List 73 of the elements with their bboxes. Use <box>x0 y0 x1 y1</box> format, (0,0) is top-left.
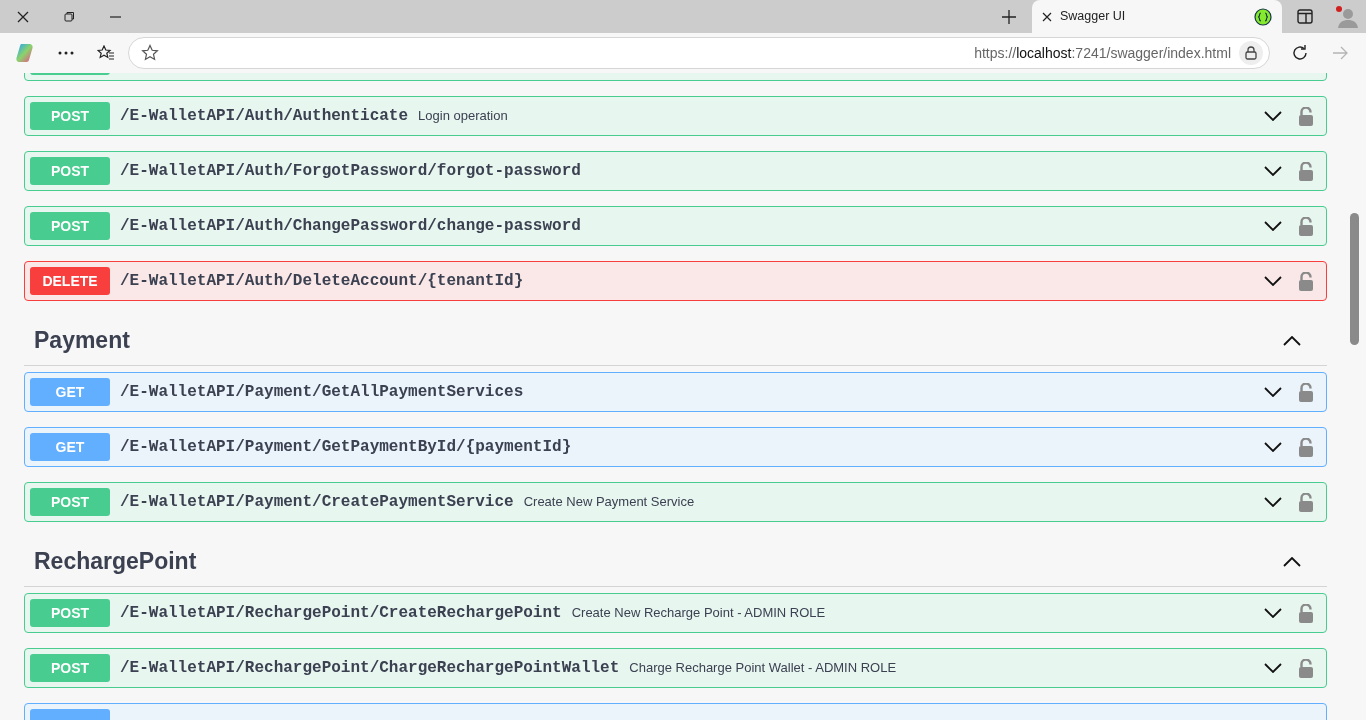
endpoint-path: /E-WalletAPI/Payment/GetPaymentById/{paymentId} <box>120 437 572 458</box>
operation-row[interactable]: POST /E-WalletAPI/Payment/CreatePaymentService Create New Payment Service <box>24 482 1327 522</box>
unlocked-padlock-icon[interactable] <box>1298 161 1314 181</box>
refresh-icon[interactable] <box>1291 44 1309 62</box>
minimize-icon[interactable] <box>109 15 121 18</box>
section-title: Payment <box>34 326 131 356</box>
chevron-up-icon[interactable] <box>1283 335 1301 346</box>
unlocked-padlock-icon[interactable] <box>1298 437 1314 457</box>
endpoint-summary: Login operation <box>418 107 508 126</box>
endpoint-path: /E-WalletAPI/Auth/Authenticate <box>120 106 409 127</box>
operation-row[interactable]: POST /E-WalletAPI/RechargePoint/CreateRechargePoint Create New Recharge Point - ADMIN ROLE <box>24 593 1327 633</box>
endpoint-path: /E-WalletAPI/Payment/CreatePaymentService <box>120 492 514 513</box>
endpoint-summary: Create New Recharge Point - ADMIN ROLE <box>571 604 826 623</box>
endpoint-summary: Create New Payment Service <box>523 493 695 512</box>
chevron-down-icon[interactable] <box>1264 276 1282 286</box>
more-options-icon[interactable] <box>58 51 74 55</box>
url-text: https://localhost:7241/swagger/index.html <box>974 43 1231 63</box>
method-badge: POST <box>30 488 110 516</box>
profile-avatar-icon[interactable] <box>1335 4 1359 29</box>
method-badge: POST <box>30 599 110 627</box>
unlocked-padlock-icon[interactable] <box>1298 216 1314 236</box>
endpoint-summary: Charge Recharge Point Wallet - ADMIN ROLE <box>629 659 897 678</box>
operation-row[interactable]: DELETE /E-WalletAPI/Auth/DeleteAccount/{tenantId} <box>24 261 1327 301</box>
operation-row[interactable]: POST /E-WalletAPI/Auth/Authenticate Login operation <box>24 96 1327 136</box>
chevron-down-icon[interactable] <box>1264 166 1282 176</box>
method-badge: GET <box>30 433 110 461</box>
unlocked-padlock-icon[interactable] <box>1298 603 1314 623</box>
unlocked-padlock-icon[interactable] <box>1298 106 1314 126</box>
chevron-down-icon[interactable] <box>1264 497 1282 507</box>
endpoint-path: /E-WalletAPI/Auth/ChangePassword/change-password <box>120 216 581 237</box>
unlocked-padlock-icon[interactable] <box>1298 492 1314 512</box>
section-header[interactable]: RechargePoint <box>24 537 1327 587</box>
operation-row[interactable]: GET /E-WalletAPI/Payment/GetAllPaymentServices <box>24 372 1327 412</box>
chevron-down-icon[interactable] <box>1264 387 1282 397</box>
unlocked-padlock-icon[interactable] <box>1298 382 1314 402</box>
unlocked-padlock-icon[interactable] <box>1298 658 1314 678</box>
plus-icon[interactable] <box>1002 9 1016 24</box>
operation-row[interactable]: POST /E-WalletAPI/RechargePoint/ChargeRechargePointWallet Charge Recharge Point Wallet - ADMIN ROLE <box>24 648 1327 688</box>
close-icon[interactable] <box>1042 11 1052 22</box>
browser-tab[interactable]: Swagger UI <box>1032 0 1282 33</box>
operation-row[interactable]: POST /E-WalletAPI/Auth/ChangePassword/change-password <box>24 206 1327 246</box>
favorites-list-icon[interactable] <box>97 45 115 61</box>
method-badge: POST <box>30 102 110 130</box>
method-badge: POST <box>30 654 110 682</box>
tab-title: Swagger UI <box>1060 8 1126 26</box>
unlocked-padlock-icon[interactable] <box>1298 271 1314 291</box>
chevron-up-icon[interactable] <box>1283 556 1301 567</box>
method-badge: POST <box>30 212 110 240</box>
method-badge: DELETE <box>30 267 110 295</box>
chevron-down-icon[interactable] <box>1264 221 1282 231</box>
operation-row[interactable]: GET /E-WalletAPI/Payment/GetPaymentById/{paymentId} <box>24 427 1327 467</box>
method-badge: POST <box>30 157 110 185</box>
chevron-down-icon[interactable] <box>1264 111 1282 121</box>
chevron-down-icon[interactable] <box>1264 442 1282 452</box>
split-window-icon[interactable] <box>1297 9 1313 24</box>
endpoint-path: /E-WalletAPI/Auth/DeleteAccount/{tenantId} <box>120 271 524 292</box>
chevron-down-icon[interactable] <box>1264 608 1282 618</box>
close-icon[interactable] <box>17 10 29 23</box>
address-bar[interactable]: https://localhost:7241/swagger/index.html <box>128 37 1270 69</box>
method-badge: GET <box>30 378 110 406</box>
endpoint-path: /E-WalletAPI/Auth/ForgotPassword/forgot-password <box>120 161 581 182</box>
section-title: RechargePoint <box>34 547 198 577</box>
section-header[interactable]: Payment <box>24 316 1327 366</box>
scrollbar-thumb[interactable] <box>1350 213 1359 345</box>
operation-row[interactable]: POST /E-WalletAPI/Auth/ForgotPassword/forgot-password <box>24 151 1327 191</box>
endpoint-path: /E-WalletAPI/RechargePoint/ChargeRechargePointWallet <box>120 658 620 679</box>
endpoint-path: /E-WalletAPI/RechargePoint/CreateRechargePoint <box>120 603 562 624</box>
endpoint-path: /E-WalletAPI/Payment/GetAllPaymentServices <box>120 382 524 403</box>
restore-window-icon[interactable] <box>63 11 75 22</box>
favorite-star-icon[interactable] <box>141 44 159 62</box>
extension-icon[interactable] <box>1254 7 1272 26</box>
lock-icon[interactable] <box>1239 41 1263 65</box>
chevron-down-icon[interactable] <box>1264 663 1282 673</box>
